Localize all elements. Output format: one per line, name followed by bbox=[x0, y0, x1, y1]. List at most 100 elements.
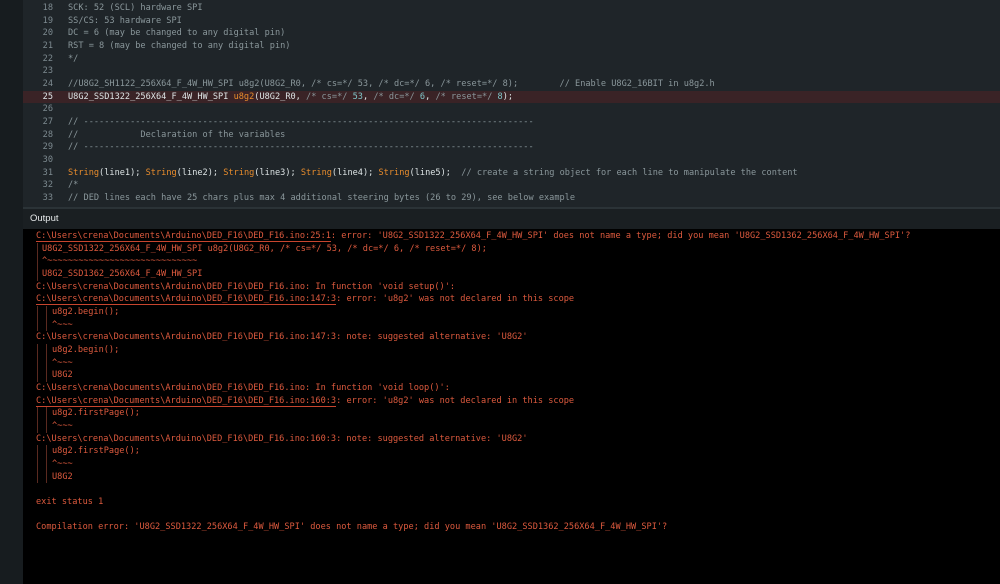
indent-guide bbox=[46, 445, 47, 458]
code-text: // Declaration of the variables bbox=[68, 129, 285, 142]
code-line[interactable]: 26 bbox=[23, 103, 1000, 116]
output-line: C:\Users\crena\Documents\Arduino\DED_F16… bbox=[36, 395, 574, 408]
code-token: /* dc=*/ bbox=[373, 91, 420, 102]
output-line: ^~~~~~~~~~~~~~~~~~~~~~~~~~~~~~ bbox=[42, 255, 197, 268]
code-token: //U8G2_SH1122_256X64_F_4W_HW_SPI u8g2(U8… bbox=[68, 78, 715, 89]
code-token: // create a string object for each line … bbox=[461, 167, 798, 178]
output-text: : error: 'u8g2' was not declared in this… bbox=[336, 395, 575, 406]
output-text: U8G2_SSD1322_256X64_F_4W_HW_SPI u8g2(U8G… bbox=[42, 243, 487, 254]
output-text: u8g2.firstPage(); bbox=[52, 446, 140, 457]
line-number: 24 bbox=[42, 78, 53, 89]
output-text: U8G2 bbox=[52, 370, 73, 381]
code-text: U8G2_SSD1322_256X64_F_4W_HW_SPI u8g2(U8G… bbox=[68, 91, 513, 104]
line-number: 33 bbox=[42, 192, 53, 203]
activity-sidebar bbox=[0, 0, 23, 584]
output-text: ^~~~ bbox=[52, 357, 73, 368]
indent-guide bbox=[37, 470, 38, 484]
code-line[interactable]: 23 bbox=[23, 65, 1000, 78]
code-line[interactable]: 27 // -----------------------------------… bbox=[23, 116, 1000, 129]
code-token: (U8G2_R0, bbox=[254, 91, 307, 102]
code-line[interactable]: 19 SS/CS: 53 hardware SPI bbox=[23, 15, 1000, 28]
code-editor[interactable]: 18 SCK: 52 (SCL) hardware SPI 19 SS/CS: 53 … bbox=[23, 0, 1000, 208]
code-token: , bbox=[425, 91, 436, 102]
code-line[interactable]: 31 String(line1); String(line2); String(l… bbox=[23, 167, 1000, 180]
code-token: (line1); bbox=[99, 167, 146, 178]
output-line: u8g2.begin(); bbox=[52, 306, 119, 319]
code-token: u8g2 bbox=[233, 91, 255, 102]
indent-guide bbox=[37, 343, 38, 357]
indent-guide bbox=[37, 369, 38, 382]
line-number: 27 bbox=[42, 116, 53, 127]
indent-guide bbox=[46, 318, 47, 332]
code-text: SS/CS: 53 hardware SPI bbox=[68, 15, 182, 28]
line-number: 23 bbox=[42, 66, 53, 77]
output-line: exit status 1 bbox=[36, 496, 103, 509]
code-line[interactable]: 24 //U8G2_SH1122_256X64_F_4W_HW_SPI u8g2(… bbox=[23, 78, 1000, 91]
output-text: ^~~~~~~~~~~~~~~~~~~~~~~~~~~~~~ bbox=[42, 256, 198, 267]
output-line: u8g2.firstPage(); bbox=[52, 445, 140, 458]
indent-guide bbox=[46, 356, 47, 370]
output-text: ^~~~ bbox=[52, 319, 73, 330]
code-token: ); bbox=[502, 91, 514, 102]
output-tab[interactable]: Output bbox=[30, 213, 59, 224]
code-token: // -------------------------------------… bbox=[68, 116, 534, 127]
indent-guide bbox=[46, 457, 47, 471]
code-line[interactable]: 21 RST = 8 (may be changed to any digital… bbox=[23, 40, 1000, 53]
output-text: : error: 'U8G2_SSD1322_256X64_F_4W_HW_SP… bbox=[330, 231, 911, 241]
line-number: 25 bbox=[42, 91, 53, 102]
code-line[interactable]: 33 // DED lines each have 25 chars plus m… bbox=[23, 192, 1000, 205]
line-number: 22 bbox=[42, 53, 53, 64]
code-token: // Declaration of the variables bbox=[68, 129, 286, 140]
output-text: C:\Users\crena\Documents\Arduino\DED_F16… bbox=[36, 332, 528, 343]
indent-guide bbox=[46, 407, 47, 420]
output-text: exit status 1 bbox=[36, 496, 104, 507]
output-text: ^~~~ bbox=[52, 458, 73, 469]
line-number: 29 bbox=[42, 142, 53, 153]
error-location-link[interactable]: C:\Users\crena\Documents\Arduino\DED_F16… bbox=[36, 294, 337, 306]
code-token: 53 bbox=[352, 91, 363, 102]
code-line[interactable]: 20 DC = 6 (may be changed to any digital … bbox=[23, 27, 1000, 40]
code-token: (line3); bbox=[254, 167, 301, 178]
code-line[interactable]: 32 /* bbox=[23, 179, 1000, 192]
indent-guide bbox=[37, 255, 38, 268]
output-text: Compilation error: 'U8G2_SSD1322_256X64_… bbox=[36, 522, 668, 533]
output-line: u8g2.firstPage(); bbox=[52, 407, 140, 420]
code-line[interactable]: 18 SCK: 52 (SCL) hardware SPI bbox=[23, 2, 1000, 15]
code-text: // DED lines each have 25 chars plus max… bbox=[68, 192, 575, 205]
code-token: String bbox=[223, 167, 255, 178]
code-text: RST = 8 (may be changed to any digital p… bbox=[68, 40, 290, 53]
output-text: : error: 'u8g2' was not declared in this… bbox=[336, 294, 575, 305]
code-line[interactable]: 22 */ bbox=[23, 53, 1000, 66]
code-token: (line5); bbox=[409, 167, 462, 178]
output-line: C:\Users\crena\Documents\Arduino\DED_F16… bbox=[36, 433, 528, 446]
output-console[interactable]: C:\Users\crena\Documents\Arduino\DED_F16… bbox=[23, 229, 1000, 584]
output-line: C:\Users\crena\Documents\Arduino\DED_F16… bbox=[36, 331, 528, 344]
code-text: DC = 6 (may be changed to any digital pi… bbox=[68, 27, 285, 40]
code-text: // -------------------------------------… bbox=[68, 116, 534, 129]
code-token: RST = 8 (may be changed to any digital p… bbox=[68, 40, 291, 51]
code-line[interactable]: 30 bbox=[23, 154, 1000, 167]
code-token: String bbox=[378, 167, 410, 178]
output-text: C:\Users\crena\Documents\Arduino\DED_F16… bbox=[36, 281, 456, 292]
code-token: SCK: 52 (SCL) hardware SPI bbox=[68, 3, 203, 13]
error-location-link[interactable]: C:\Users\crena\Documents\Arduino\DED_F16… bbox=[36, 231, 331, 242]
indent-guide bbox=[37, 445, 38, 458]
error-location-link[interactable]: C:\Users\crena\Documents\Arduino\DED_F16… bbox=[36, 395, 337, 407]
code-token: U8G2_SSD1322_256X64_F_4W_HW_SPI bbox=[68, 91, 234, 102]
code-text: //U8G2_SH1122_256X64_F_4W_HW_SPI u8g2(U8… bbox=[68, 78, 715, 91]
code-text: /* bbox=[68, 179, 78, 192]
code-line[interactable]: 29 // -----------------------------------… bbox=[23, 141, 1000, 154]
code-line[interactable]: 28 // Declaration of the variables bbox=[23, 129, 1000, 142]
output-text: U8G2 bbox=[52, 471, 73, 482]
code-token: String bbox=[145, 167, 177, 178]
output-line: C:\Users\crena\Documents\Arduino\DED_F16… bbox=[36, 281, 455, 294]
output-panel-header: Output bbox=[23, 209, 1000, 229]
output-text: ^~~~ bbox=[52, 420, 73, 431]
code-line[interactable]: 25 U8G2_SSD1322_256X64_F_4W_HW_SPI u8g2(U… bbox=[23, 90, 1000, 104]
output-text: C:\Users\crena\Documents\Arduino\DED_F16… bbox=[36, 382, 450, 393]
output-line: ^~~~ bbox=[52, 357, 73, 370]
code-token: (line2); bbox=[176, 167, 224, 178]
line-number: 19 bbox=[42, 15, 53, 26]
code-token: /* reset=*/ bbox=[435, 91, 498, 102]
indent-guide bbox=[37, 242, 38, 256]
